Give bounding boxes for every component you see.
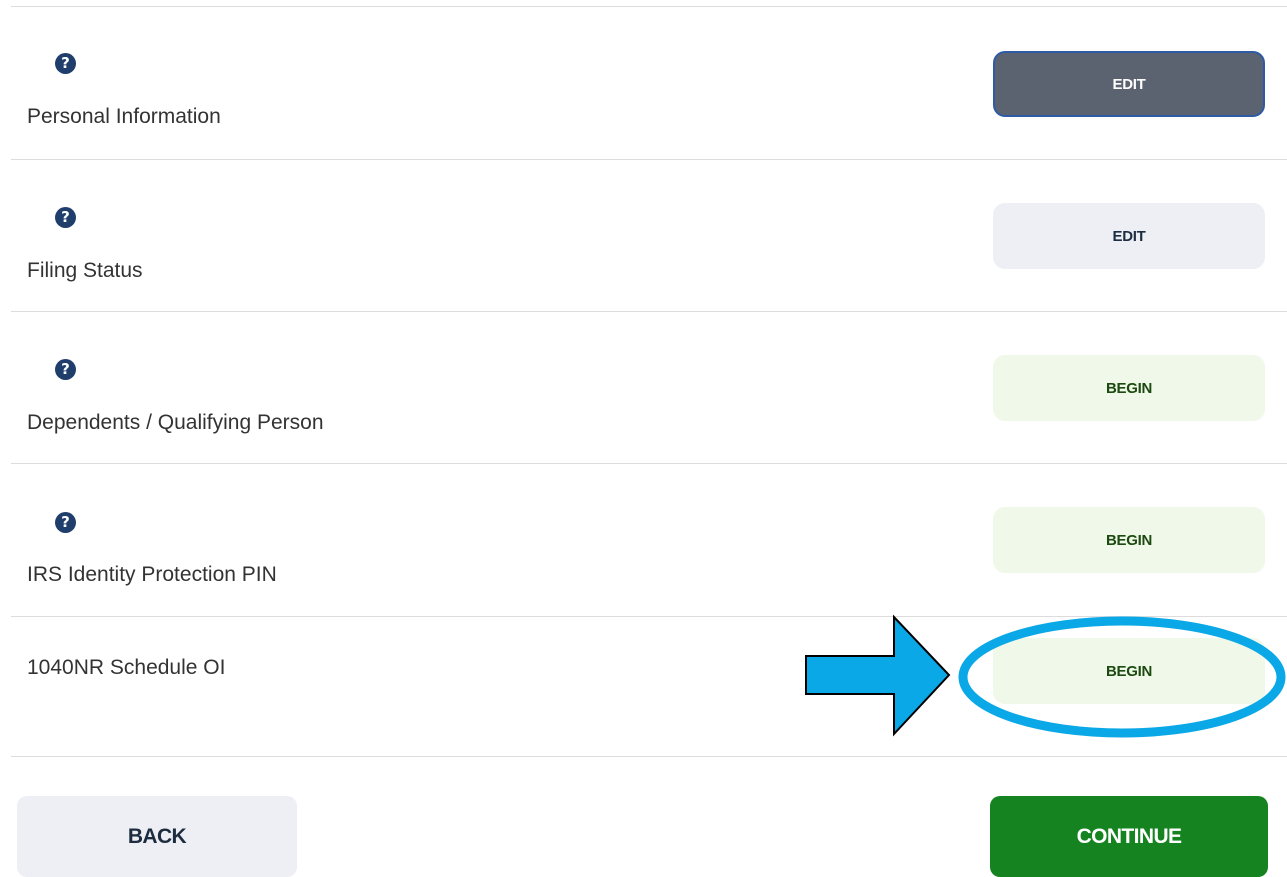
- question-circle-icon[interactable]: ?: [55, 512, 76, 533]
- divider: [11, 6, 1287, 7]
- begin-schedule-oi-button[interactable]: BEGIN: [993, 638, 1265, 704]
- edit-personal-information-button[interactable]: EDIT: [993, 51, 1265, 117]
- row-label: Personal Information: [27, 105, 221, 128]
- arrow-right-icon: [805, 614, 951, 737]
- row-label: IRS Identity Protection PIN: [27, 563, 277, 586]
- divider: [11, 463, 1287, 464]
- question-circle-icon[interactable]: ?: [55, 207, 76, 228]
- tax-return-section-list: ? Personal Information EDIT ? Filing Sta…: [0, 0, 1287, 877]
- divider: [11, 616, 1287, 617]
- divider: [11, 159, 1287, 160]
- divider: [11, 311, 1287, 312]
- begin-dependents-button[interactable]: BEGIN: [993, 355, 1265, 421]
- question-circle-icon[interactable]: ?: [55, 359, 76, 380]
- annotation-overlay: [805, 614, 1286, 738]
- back-button[interactable]: BACK: [17, 796, 297, 877]
- begin-identity-protection-pin-button[interactable]: BEGIN: [993, 507, 1265, 573]
- continue-button[interactable]: CONTINUE: [990, 796, 1268, 877]
- divider: [11, 756, 1287, 757]
- row-label: Filing Status: [27, 259, 143, 282]
- row-label: Dependents / Qualifying Person: [27, 411, 324, 434]
- question-circle-icon[interactable]: ?: [55, 53, 76, 74]
- edit-filing-status-button[interactable]: EDIT: [993, 203, 1265, 269]
- row-label: 1040NR Schedule OI: [27, 656, 226, 679]
